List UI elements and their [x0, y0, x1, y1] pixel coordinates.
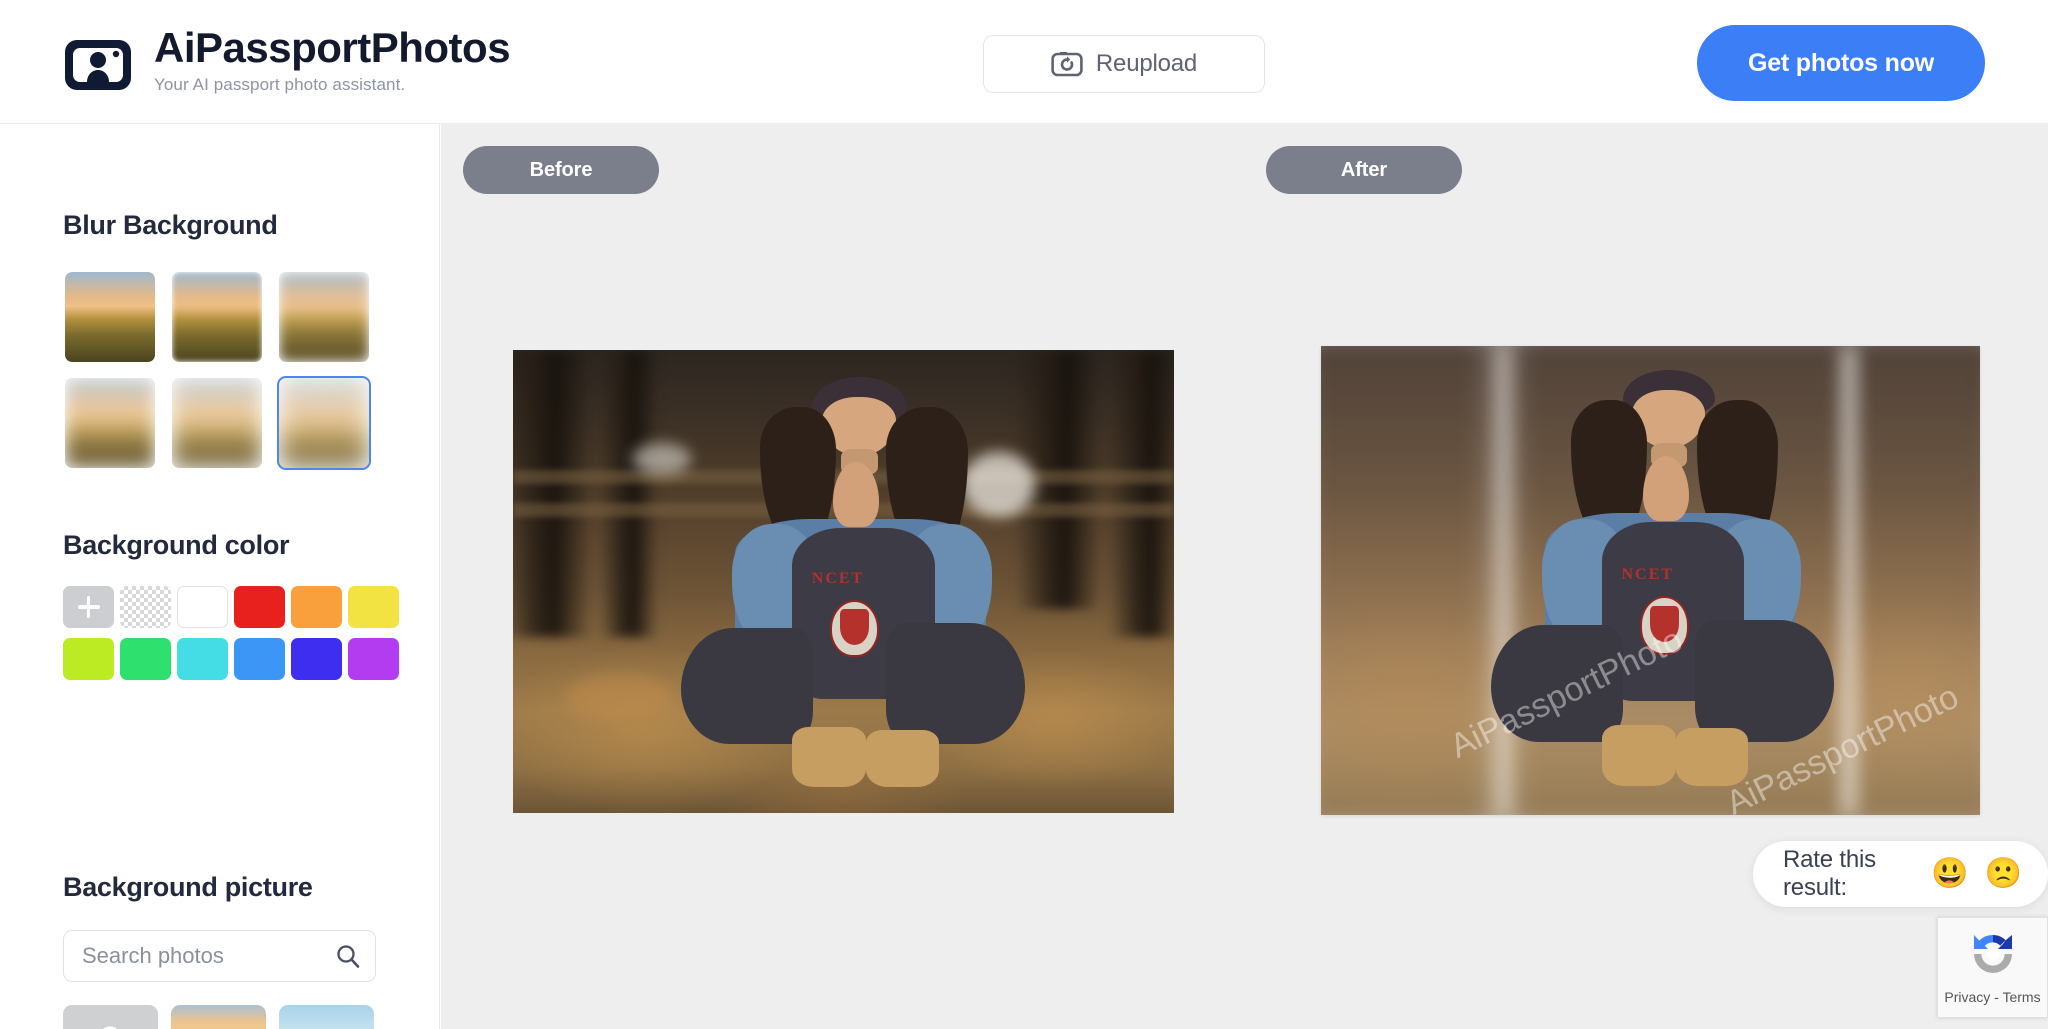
upload-photo-tile[interactable]: [63, 1005, 158, 1029]
blur-option-0[interactable]: [63, 270, 157, 364]
blur-preview: [172, 378, 262, 468]
balloon-valley-photo-tile[interactable]: [171, 1005, 266, 1029]
background-color-title: Background color: [63, 530, 290, 560]
leg-left: [680, 627, 814, 744]
sweatshirt-crest: [1639, 596, 1689, 655]
cyan-swatch[interactable]: [177, 638, 228, 680]
indigo-swatch[interactable]: [291, 638, 342, 680]
blur-preview: [279, 272, 369, 362]
recaptcha-separator: -: [1990, 989, 2003, 1005]
blur-background-section: Blur Background: [63, 210, 371, 470]
lone-tree-field-photo-tile[interactable]: [279, 1005, 374, 1029]
boot-right: [865, 729, 939, 788]
transparent-swatch[interactable]: [120, 586, 171, 628]
terms-link[interactable]: Terms: [2002, 989, 2040, 1005]
blur-option-5[interactable]: [277, 376, 371, 470]
camera-refresh-icon: [1051, 49, 1083, 80]
recaptcha-logo-icon: [1966, 927, 2020, 986]
sweatshirt-crest: [830, 600, 880, 658]
rate-result-widget: Rate this result: 😃 🙁: [1753, 841, 2048, 907]
boot-left: [791, 726, 866, 788]
brand: AiPassportPhotos Your AI passport photo …: [62, 24, 511, 95]
background-color-section: Background color: [63, 530, 399, 680]
orange-swatch[interactable]: [291, 586, 342, 628]
camera-person-logo-icon: [62, 29, 134, 93]
before-label-pill[interactable]: Before: [463, 146, 659, 194]
add-custom-color-swatch[interactable]: [63, 586, 114, 628]
blur-preview: [65, 272, 155, 362]
page-title: AiPassportPhotos: [154, 24, 511, 71]
after-label-pill[interactable]: After: [1266, 146, 1462, 194]
blur-option-1[interactable]: [170, 270, 264, 364]
background-picture-section: Background picture: [63, 872, 376, 1029]
blur-background-grid: [63, 270, 371, 470]
reupload-button[interactable]: Reupload: [983, 35, 1265, 93]
blue-swatch[interactable]: [234, 638, 285, 680]
search-photos-input[interactable]: [63, 930, 376, 982]
person-subject: NCET: [1321, 346, 1980, 815]
magenta-swatch[interactable]: [348, 638, 399, 680]
blur-preview: [65, 378, 155, 468]
leg-right: [1695, 619, 1834, 742]
leg-right: [885, 623, 1025, 744]
sweatshirt-text: NCET: [1621, 566, 1674, 584]
recaptcha-links: Privacy - Terms: [1944, 989, 2040, 1005]
after-image[interactable]: NCET AiPassportPhoto AiPassportPhoto: [1321, 346, 1980, 815]
cloud-upload-icon: [88, 1021, 134, 1029]
magnifier-icon[interactable]: [334, 942, 362, 970]
blur-background-title: Blur Background: [63, 210, 278, 240]
background-picture-grid: [63, 1005, 376, 1029]
blur-preview: [279, 378, 369, 468]
recaptcha-badge: Privacy - Terms: [1937, 917, 2048, 1018]
boot-left: [1601, 724, 1676, 786]
blur-preview: [172, 272, 262, 362]
yellow-swatch[interactable]: [348, 586, 399, 628]
privacy-link[interactable]: Privacy: [1944, 989, 1990, 1005]
person-subject: NCET: [513, 350, 1174, 813]
app-header: AiPassportPhotos Your AI passport photo …: [0, 0, 2048, 124]
background-color-grid: [63, 586, 399, 680]
blur-option-4[interactable]: [170, 376, 264, 470]
sidebar: Blur Background Background color Backgro…: [0, 124, 440, 1029]
blur-option-3[interactable]: [63, 376, 157, 470]
before-image[interactable]: NCET: [513, 350, 1174, 813]
brand-subtitle: Your AI passport photo assistant.: [154, 75, 406, 95]
sweatshirt-text: NCET: [811, 570, 865, 588]
blur-option-2[interactable]: [277, 270, 371, 364]
red-swatch[interactable]: [234, 586, 285, 628]
rate-sad-icon[interactable]: 🙁: [1985, 859, 2022, 889]
boot-right: [1675, 727, 1749, 786]
get-photos-button[interactable]: Get photos now: [1697, 25, 1985, 101]
green-swatch[interactable]: [120, 638, 171, 680]
rate-happy-icon[interactable]: 😃: [1931, 859, 1968, 889]
white-swatch[interactable]: [177, 586, 228, 628]
lime-swatch[interactable]: [63, 638, 114, 680]
background-picture-title: Background picture: [63, 872, 313, 902]
preview-canvas: Before After NCET NCET AiPassportPhoto A…: [441, 124, 2048, 1029]
reupload-label: Reupload: [1095, 50, 1198, 77]
rate-result-label: Rate this result:: [1783, 846, 1876, 901]
brand-text: AiPassportPhotos Your AI passport photo …: [154, 24, 511, 95]
leg-left: [1491, 624, 1623, 742]
search-photos-wrap: [63, 930, 376, 982]
